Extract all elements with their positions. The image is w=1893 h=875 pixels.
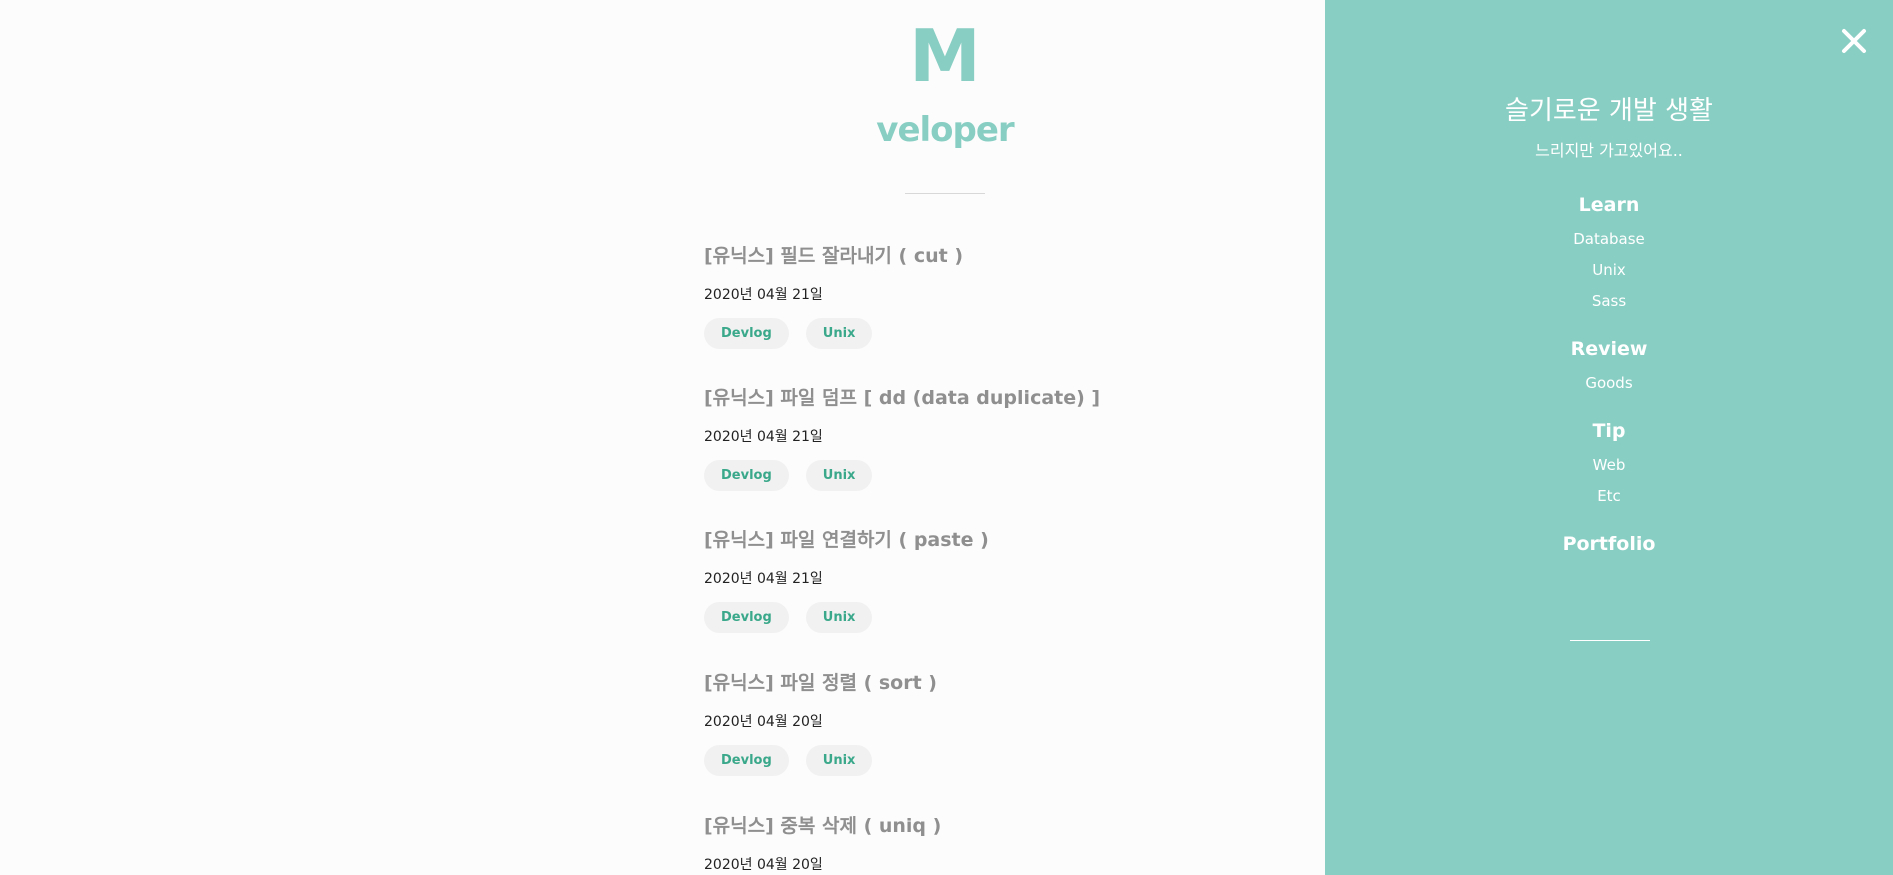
post-title[interactable]: [유닉스] 파일 덤프 [ dd (data duplicate) ] — [704, 386, 1100, 410]
menu-heading-learn[interactable]: Learn — [1325, 192, 1893, 218]
menu-heading-review[interactable]: Review — [1325, 336, 1893, 362]
post-item: [유닉스] 중복 삭제 ( uniq ) 2020년 04월 20일 — [704, 814, 941, 874]
post-date: 2020년 04월 20일 — [704, 857, 823, 873]
logo-text[interactable]: veloper — [0, 110, 1325, 150]
tag-devlog[interactable]: Devlog — [704, 602, 789, 633]
menu-heading-portfolio[interactable]: Portfolio — [1325, 531, 1893, 557]
menu-item-goods[interactable]: Goods — [1325, 373, 1893, 393]
tag-unix[interactable]: Unix — [805, 602, 873, 633]
header-divider — [905, 193, 985, 194]
post-title[interactable]: [유닉스] 중복 삭제 ( uniq ) — [704, 814, 941, 838]
menu-item-web[interactable]: Web — [1325, 455, 1893, 475]
main-content: M veloper [유닉스] 필드 잘라내기 ( cut ) 2020년 04… — [0, 0, 1325, 875]
post-item: [유닉스] 필드 잘라내기 ( cut ) 2020년 04월 21일 Devl… — [704, 244, 963, 349]
category-menu: Learn Database Unix Sass Review Goods Ti… — [1325, 192, 1893, 582]
post-date: 2020년 04월 20일 — [704, 714, 823, 730]
post-date: 2020년 04월 21일 — [704, 429, 823, 445]
tag-devlog[interactable]: Devlog — [704, 318, 789, 349]
post-tags: Devlog Unix — [704, 318, 963, 349]
menu-item-database[interactable]: Database — [1325, 229, 1893, 249]
logo-mark[interactable]: M — [0, 20, 1325, 92]
post-date: 2020년 04월 21일 — [704, 287, 823, 303]
post-date: 2020년 04월 21일 — [704, 571, 823, 587]
menu-section-review: Review Goods — [1325, 336, 1893, 393]
post-item: [유닉스] 파일 연결하기 ( paste ) 2020년 04월 21일 De… — [704, 528, 989, 633]
sidebar: 슬기로운 개발 생활 느리지만 가고있어요.. Learn Database U… — [1325, 0, 1893, 875]
blog-title: 슬기로운 개발 생활 — [1505, 96, 1713, 126]
tag-unix[interactable]: Unix — [805, 318, 873, 349]
menu-heading-tip[interactable]: Tip — [1325, 418, 1893, 444]
post-item: [유닉스] 파일 덤프 [ dd (data duplicate) ] 2020… — [704, 386, 1100, 491]
menu-item-sass[interactable]: Sass — [1325, 291, 1893, 311]
post-title[interactable]: [유닉스] 파일 정렬 ( sort ) — [704, 671, 937, 695]
post-tags: Devlog Unix — [704, 602, 989, 633]
tag-devlog[interactable]: Devlog — [704, 745, 789, 776]
tag-unix[interactable]: Unix — [805, 460, 873, 491]
tag-unix[interactable]: Unix — [805, 745, 873, 776]
menu-section-tip: Tip Web Etc — [1325, 418, 1893, 506]
close-icon[interactable] — [1837, 24, 1871, 58]
menu-item-etc[interactable]: Etc — [1325, 486, 1893, 506]
menu-item-unix[interactable]: Unix — [1325, 260, 1893, 280]
tag-devlog[interactable]: Devlog — [704, 460, 789, 491]
post-title[interactable]: [유닉스] 필드 잘라내기 ( cut ) — [704, 244, 963, 268]
menu-section-portfolio: Portfolio — [1325, 531, 1893, 557]
blog-subtitle: 느리지만 가고있어요.. — [1535, 141, 1683, 160]
menu-section-learn: Learn Database Unix Sass — [1325, 192, 1893, 311]
post-tags: Devlog Unix — [704, 745, 937, 776]
post-title[interactable]: [유닉스] 파일 연결하기 ( paste ) — [704, 528, 989, 552]
sidebar-divider — [1570, 640, 1650, 641]
post-tags: Devlog Unix — [704, 460, 1100, 491]
post-item: [유닉스] 파일 정렬 ( sort ) 2020년 04월 20일 Devlo… — [704, 671, 937, 776]
